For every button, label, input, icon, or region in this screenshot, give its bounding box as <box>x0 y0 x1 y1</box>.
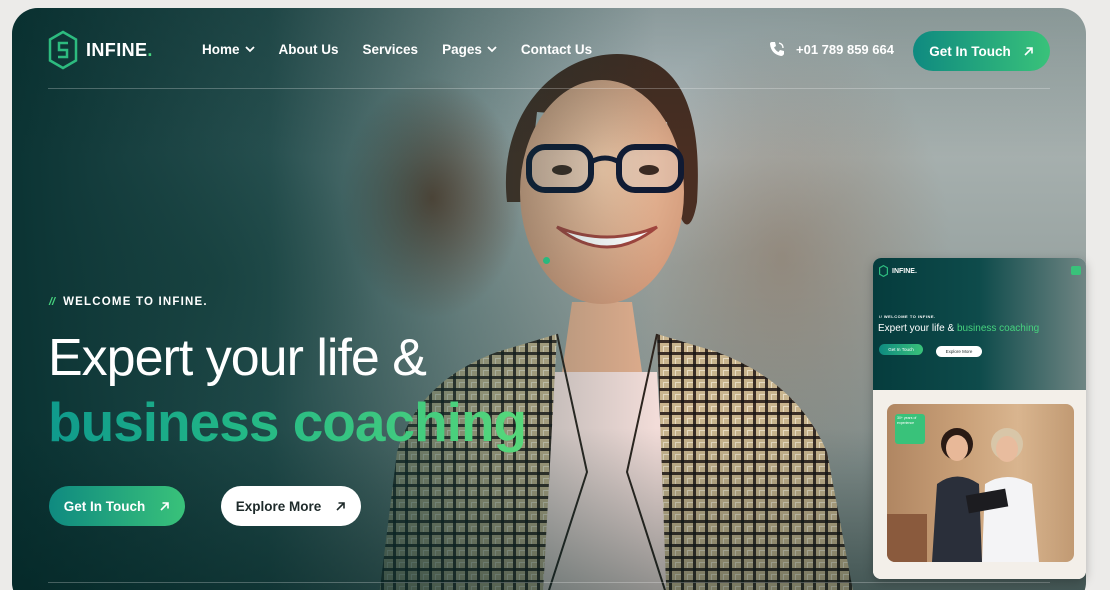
nav-item-pages[interactable]: Pages <box>442 42 497 57</box>
nav-item-label: Pages <box>442 42 482 57</box>
main-menu: Home About Us Services Pages Contact Us <box>202 42 592 57</box>
preview-hero: INFINE. // WELCOME TO INFINE. Expert you… <box>873 258 1086 390</box>
hamburger-menu-icon[interactable] <box>1071 266 1081 275</box>
header-get-in-touch-button[interactable]: Get In Touch <box>913 31 1050 71</box>
nav-item-home[interactable]: Home <box>202 42 255 57</box>
preview-logo: INFINE. <box>879 265 917 277</box>
hero-headline-line-1: Expert your life & <box>48 329 427 387</box>
nav-item-label: Services <box>362 42 419 57</box>
experience-badge: 30+ years of experience <box>895 414 925 444</box>
nav-item-about-us[interactable]: About Us <box>279 42 339 57</box>
phone-contact[interactable]: +01 789 859 664 <box>768 40 894 58</box>
preview-team-photo: 30+ years of experience <box>887 404 1074 562</box>
hero-headline-line-2: business coaching <box>48 391 527 453</box>
phone-icon <box>770 42 784 56</box>
nav-item-label: Contact Us <box>520 42 593 57</box>
arrow-up-right-icon <box>160 501 170 511</box>
hero-cta-row: Get In Touch Explore More <box>49 486 361 526</box>
chevron-down-icon <box>244 46 255 53</box>
button-label: Get In Touch <box>63 498 146 514</box>
hexagon-logo-icon <box>48 30 78 70</box>
brand-name: INFINE <box>86 39 148 60</box>
arrow-up-right-icon <box>1024 46 1033 56</box>
hero-bottom-divider <box>48 582 1050 583</box>
preview-logo-text: INFINE. <box>892 267 917 275</box>
preview-get-in-touch-button: Get In Touch <box>879 344 923 355</box>
arrow-up-right-icon <box>336 501 346 511</box>
mobile-preview-card[interactable]: INFINE. // WELCOME TO INFINE. Expert you… <box>873 258 1086 579</box>
eyebrow-slash: // <box>49 296 56 308</box>
preview-eyebrow: // WELCOME TO INFINE. <box>879 314 936 319</box>
button-label: Get In Touch <box>929 43 1011 59</box>
preview-headline: Expert your life & business coaching <box>878 323 1039 334</box>
nav-divider <box>48 88 1050 89</box>
preview-headline-part-2: business coaching <box>956 323 1040 334</box>
chevron-down-icon <box>487 46 497 53</box>
hexagon-logo-icon <box>879 265 888 277</box>
hero-get-in-touch-button[interactable]: Get In Touch <box>49 486 185 526</box>
nav-item-label: About Us <box>278 42 339 57</box>
nav-item-services[interactable]: Services <box>363 42 419 57</box>
preview-headline-part-1: Expert your life & <box>878 323 955 334</box>
brand-dot: . <box>147 39 153 60</box>
nav-item-label: Home <box>202 42 240 57</box>
preview-explore-more-button: Explore More <box>936 346 982 357</box>
explore-more-button[interactable]: Explore More <box>221 486 361 526</box>
button-label: Explore More <box>235 498 322 514</box>
eyebrow-text: WELCOME TO INFINE. <box>63 296 208 308</box>
phone-number: +01 789 859 664 <box>796 41 894 57</box>
brand-logo[interactable]: INFINE. <box>48 30 153 70</box>
top-navigation: INFINE. Home About Us Services Pages Con… <box>48 30 1050 88</box>
hero-eyebrow: // WELCOME TO INFINE. <box>49 296 208 308</box>
nav-item-contact-us[interactable]: Contact Us <box>521 42 592 57</box>
decorative-dot <box>543 257 550 264</box>
preview-about-section: 30+ years of experience <box>873 390 1086 579</box>
